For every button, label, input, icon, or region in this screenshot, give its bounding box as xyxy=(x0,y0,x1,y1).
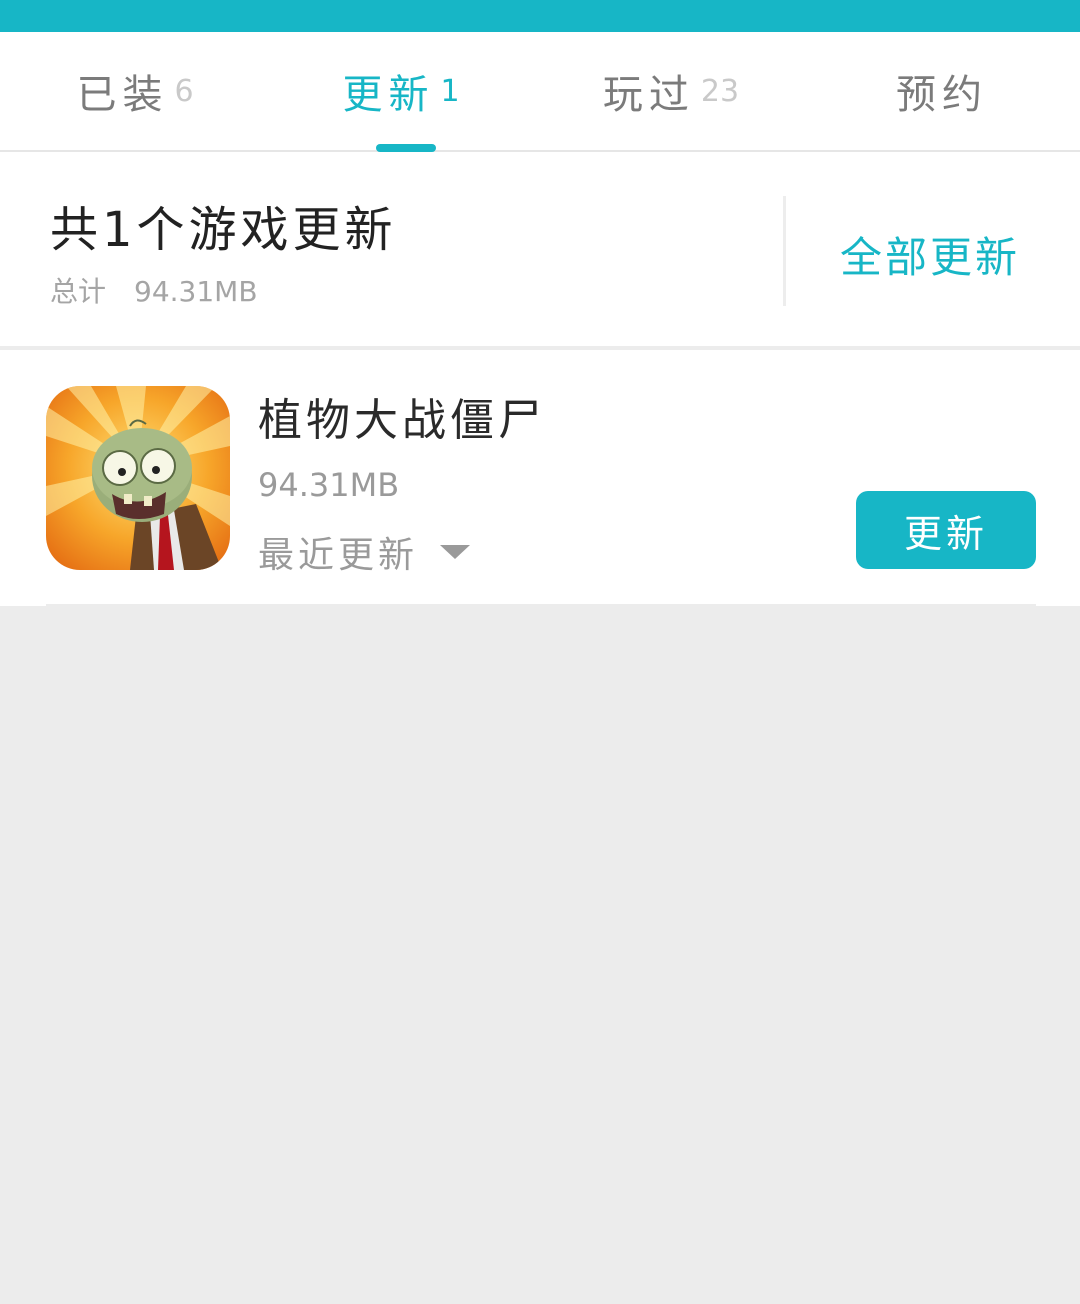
total-label: 总计 xyxy=(50,275,107,308)
tab-label: 更新 xyxy=(342,72,435,118)
total-size: 94.31MB xyxy=(134,275,258,308)
status-bar xyxy=(0,0,1080,32)
tab-reserved[interactable]: 预约 xyxy=(810,32,1080,150)
tab-label: 预约 xyxy=(896,72,988,118)
tab-bar: 已装 6 更新 1 玩过 23 预约 xyxy=(0,32,1080,152)
recent-updates-label: 最近更新 xyxy=(258,535,419,576)
recent-updates-toggle[interactable]: 最近更新 xyxy=(258,526,471,578)
game-list-item[interactable]: 植物大战僵尸 94.31MB 最近更新 更新 xyxy=(0,350,1080,606)
chevron-down-icon xyxy=(440,545,471,559)
tab-label: 玩过 xyxy=(602,72,695,118)
tab-count: 1 xyxy=(440,73,460,109)
divider xyxy=(46,604,1036,606)
game-size: 94.31MB xyxy=(258,466,400,504)
tab-played[interactable]: 玩过 23 xyxy=(536,32,806,150)
tab-updates[interactable]: 更新 1 xyxy=(266,32,536,150)
update-button[interactable]: 更新 xyxy=(856,491,1036,569)
tab-installed[interactable]: 已装 6 xyxy=(0,32,270,150)
tab-label: 已装 xyxy=(76,72,169,118)
summary-title: 共1个游戏更新 xyxy=(50,202,397,258)
tab-count: 6 xyxy=(174,73,194,109)
update-summary: 共1个游戏更新 总计 94.31MB 全部更新 xyxy=(0,152,1080,350)
active-tab-indicator xyxy=(376,144,436,152)
divider xyxy=(783,196,786,306)
game-name: 植物大战僵尸 xyxy=(258,395,546,446)
plants-vs-zombies-icon[interactable] xyxy=(46,386,230,570)
tab-count: 23 xyxy=(700,73,740,109)
update-all-button[interactable]: 全部更新 xyxy=(840,224,1020,285)
summary-total: 总计 94.31MB xyxy=(50,270,258,310)
